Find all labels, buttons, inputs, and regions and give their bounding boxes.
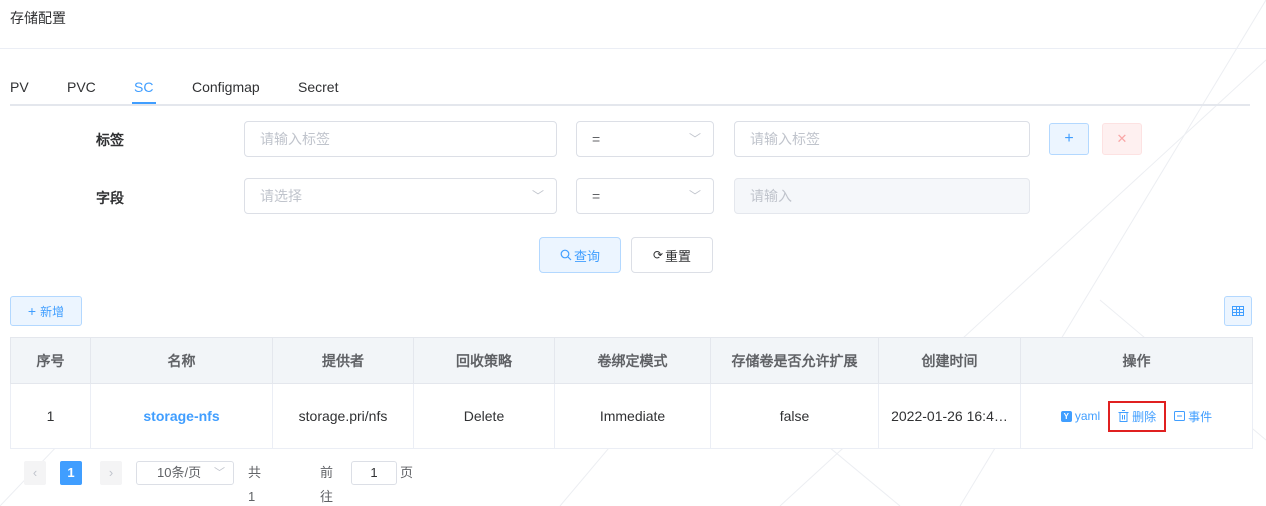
goto-page-input[interactable]: 1 xyxy=(351,461,397,485)
reset-button[interactable]: ⟳ 重置 xyxy=(631,237,713,273)
yaml-icon: Y xyxy=(1060,410,1072,422)
plus-icon: + xyxy=(1064,130,1074,147)
chevron-down-icon: ﹀ xyxy=(688,132,701,146)
label-key-input[interactable] xyxy=(244,121,557,157)
goto-prefix: 前往 xyxy=(320,465,334,504)
column-header: 创建时间 xyxy=(878,337,1021,384)
cell-allow-expansion: false xyxy=(710,383,879,449)
plus-icon: + xyxy=(27,303,37,319)
field-operator-value: = xyxy=(592,188,601,204)
field-operator-select[interactable]: = ﹀ xyxy=(576,178,714,214)
tab-sc[interactable]: SC xyxy=(134,79,153,95)
cell-binding-mode: Immediate xyxy=(554,383,711,449)
column-header: 提供者 xyxy=(272,337,414,384)
close-icon: ✕ xyxy=(1116,131,1128,146)
add-filter-button[interactable]: + xyxy=(1049,123,1089,155)
column-header: 序号 xyxy=(10,337,91,384)
next-page-button[interactable]: › xyxy=(100,461,122,485)
delete-link-label: 删除 xyxy=(1132,409,1157,424)
field-value-input xyxy=(734,178,1030,214)
cell-provisioner: storage.pri/nfs xyxy=(272,383,414,449)
column-header: 名称 xyxy=(90,337,273,384)
delete-link[interactable]: 删除 xyxy=(1108,400,1167,432)
chevron-down-icon: ﹀ xyxy=(688,189,701,203)
table-columns-icon xyxy=(1232,306,1244,316)
chevron-down-icon: ﹀ xyxy=(531,189,544,203)
column-header: 操作 xyxy=(1020,337,1253,384)
yaml-link[interactable]: Y yaml xyxy=(1060,409,1101,423)
label-filter-title: 标签 xyxy=(96,132,124,148)
events-link[interactable]: 事件 xyxy=(1174,408,1212,425)
tab-pvc[interactable]: PVC xyxy=(67,79,96,95)
table-header-row: 序号 名称 提供者 回收策略 卷绑定模式 存储卷是否允许扩展 创建时间 操作 xyxy=(10,337,1253,384)
field-select-placeholder: 请选择 xyxy=(260,188,302,204)
yaml-link-label: yaml xyxy=(1074,409,1101,423)
reset-button-label: 重置 xyxy=(665,248,692,264)
remove-filter-button[interactable]: ✕ xyxy=(1102,123,1142,155)
prev-page-button[interactable]: ‹ xyxy=(24,461,46,485)
chevron-left-icon: ‹ xyxy=(32,465,38,480)
table-row: 1 storage-nfs storage.pri/nfs Delete Imm… xyxy=(10,383,1253,449)
storage-class-name-link[interactable]: storage-nfs xyxy=(143,408,219,424)
column-header: 存储卷是否允许扩展 xyxy=(710,337,879,384)
add-button[interactable]: + 新增 xyxy=(10,296,82,326)
events-link-label: 事件 xyxy=(1188,409,1213,424)
query-button[interactable]: 查询 xyxy=(539,237,621,273)
tab-pv[interactable]: PV xyxy=(10,79,29,95)
column-header: 回收策略 xyxy=(413,337,555,384)
cell-created: 2022-01-26 16:4… xyxy=(878,383,1021,449)
trash-icon xyxy=(1118,410,1129,422)
page-size-select[interactable]: 10条/页 ﹀ xyxy=(136,461,234,485)
add-button-label: 新增 xyxy=(40,304,65,319)
page-number-1[interactable]: 1 xyxy=(60,461,82,485)
events-icon xyxy=(1174,411,1186,421)
column-header: 卷绑定模式 xyxy=(554,337,711,384)
column-settings-button[interactable] xyxy=(1224,296,1252,326)
total-count: 共 1 条 xyxy=(248,465,262,504)
chevron-down-icon: ﹀ xyxy=(214,467,225,479)
page-title: 存储配置 xyxy=(10,10,66,26)
cell-reclaim-policy: Delete xyxy=(413,383,555,449)
field-select[interactable]: 请选择 ﹀ xyxy=(244,178,557,214)
goto-suffix: 页 xyxy=(400,465,414,480)
storage-class-table: 序号 名称 提供者 回收策略 卷绑定模式 存储卷是否允许扩展 创建时间 操作 1… xyxy=(10,337,1253,449)
label-operator-value: = xyxy=(592,131,601,147)
search-icon xyxy=(560,249,572,261)
label-operator-select[interactable]: = ﹀ xyxy=(576,121,714,157)
resource-tabs: PV PVC SC Configmap Secret xyxy=(10,77,1250,106)
row-actions: Y yaml 删除 事件 xyxy=(1021,400,1252,432)
page-size-value: 10条/页 xyxy=(157,465,202,480)
label-value-input[interactable] xyxy=(734,121,1030,157)
cell-index: 1 xyxy=(10,383,91,449)
tab-active-indicator xyxy=(132,102,156,104)
title-divider xyxy=(0,48,1266,49)
query-button-label: 查询 xyxy=(573,248,600,264)
tab-configmap[interactable]: Configmap xyxy=(192,79,260,95)
tab-secret[interactable]: Secret xyxy=(298,79,338,95)
chevron-right-icon: › xyxy=(108,465,114,480)
field-filter-title: 字段 xyxy=(96,190,124,206)
refresh-icon: ⟳ xyxy=(652,248,664,262)
